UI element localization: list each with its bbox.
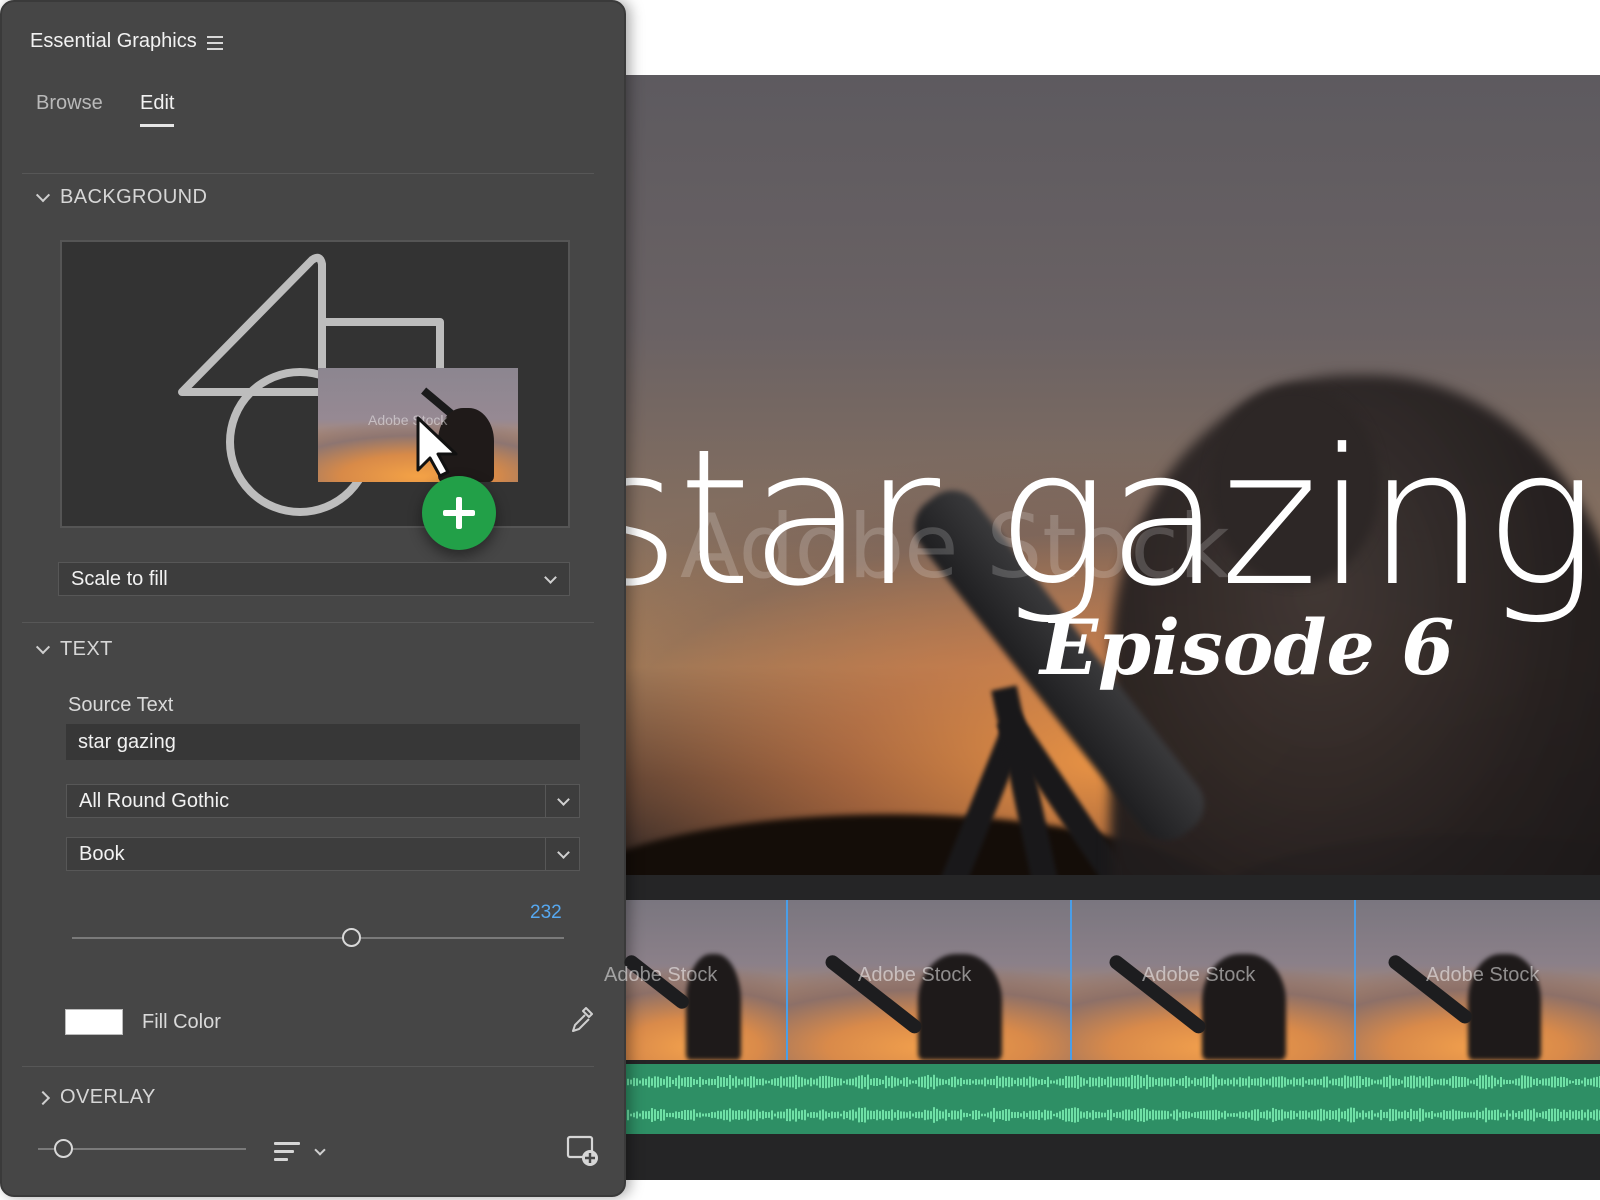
- align-icon[interactable]: [274, 1142, 300, 1164]
- video-clip[interactable]: Adobe Stock: [786, 900, 1070, 1060]
- font-size-slider-handle[interactable]: [342, 928, 362, 947]
- preview-subtitle-text[interactable]: Episode 6: [1040, 603, 1454, 692]
- eyedropper-icon[interactable]: [570, 1006, 594, 1034]
- divider: [22, 622, 594, 623]
- section-header-overlay[interactable]: OVERLAY: [35, 1086, 156, 1109]
- divider: [22, 1066, 594, 1067]
- dropdown-value: Scale to fill: [71, 567, 168, 590]
- thumbnail-zoom-slider-handle[interactable]: [54, 1139, 73, 1158]
- font-family-dropdown[interactable]: All Round Gothic: [66, 784, 580, 818]
- clip-watermark: Adobe Stock: [1426, 964, 1540, 986]
- mouse-cursor-icon: [416, 416, 458, 478]
- audio-waveform: [600, 1074, 1600, 1123]
- video-clip[interactable]: Adobe Stock: [1354, 900, 1600, 1060]
- section-label: BACKGROUND: [60, 186, 208, 208]
- dropdown-button[interactable]: [545, 838, 579, 870]
- clip-watermark: Adobe Stock: [1142, 964, 1256, 986]
- font-size-value[interactable]: 232: [530, 902, 562, 924]
- dropdown-button[interactable]: [545, 785, 579, 817]
- font-size-slider-track[interactable]: [72, 937, 564, 939]
- scale-mode-dropdown[interactable]: Scale to fill: [58, 562, 570, 596]
- chevron-down-icon: [557, 846, 570, 859]
- preview-title-text[interactable]: star gazing: [600, 425, 1597, 613]
- tab-browse[interactable]: Browse: [36, 92, 103, 115]
- chevron-down-icon: [557, 793, 570, 806]
- video-clip[interactable]: Adobe Stock: [1070, 900, 1354, 1060]
- fill-color-swatch[interactable]: [65, 1009, 123, 1035]
- dropdown-value: Book: [79, 842, 125, 865]
- clip-watermark: Adobe Stock: [604, 964, 718, 986]
- panel-title: Essential Graphics: [30, 30, 197, 52]
- divider: [22, 173, 594, 174]
- source-text-input[interactable]: [66, 724, 580, 760]
- chevron-down-icon: [544, 571, 557, 584]
- clip-watermark: Adobe Stock: [858, 964, 972, 986]
- dropdown-value: All Round Gothic: [79, 789, 230, 812]
- chevron-right-icon: [35, 1090, 51, 1105]
- font-style-dropdown[interactable]: Book: [66, 837, 580, 871]
- hamburger-menu-icon[interactable]: [207, 36, 223, 50]
- essential-graphics-panel: Essential Graphics Browse Edit BACKGROUN…: [0, 0, 626, 1197]
- audio-track[interactable]: [600, 1064, 1600, 1134]
- program-monitor: Adobe Stock star gazing Episode 6: [600, 75, 1600, 875]
- video-clip[interactable]: Adobe Stock: [600, 900, 786, 1060]
- new-layer-icon[interactable]: [566, 1134, 600, 1168]
- chevron-down-icon[interactable]: [314, 1144, 326, 1156]
- fill-color-label: Fill Color: [142, 1011, 221, 1033]
- source-text-label: Source Text: [68, 694, 174, 716]
- tab-edit[interactable]: Edit: [140, 92, 175, 127]
- section-label: OVERLAY: [60, 1086, 156, 1108]
- chevron-down-icon: [35, 639, 51, 654]
- video-track: Adobe Stock Adobe Stock Adobe Stock Adob…: [600, 900, 1600, 1060]
- section-header-background[interactable]: BACKGROUND: [35, 186, 208, 209]
- section-header-text[interactable]: TEXT: [35, 638, 113, 661]
- add-plus-icon: [422, 476, 496, 550]
- section-label: TEXT: [60, 638, 113, 660]
- chevron-down-icon: [35, 187, 51, 202]
